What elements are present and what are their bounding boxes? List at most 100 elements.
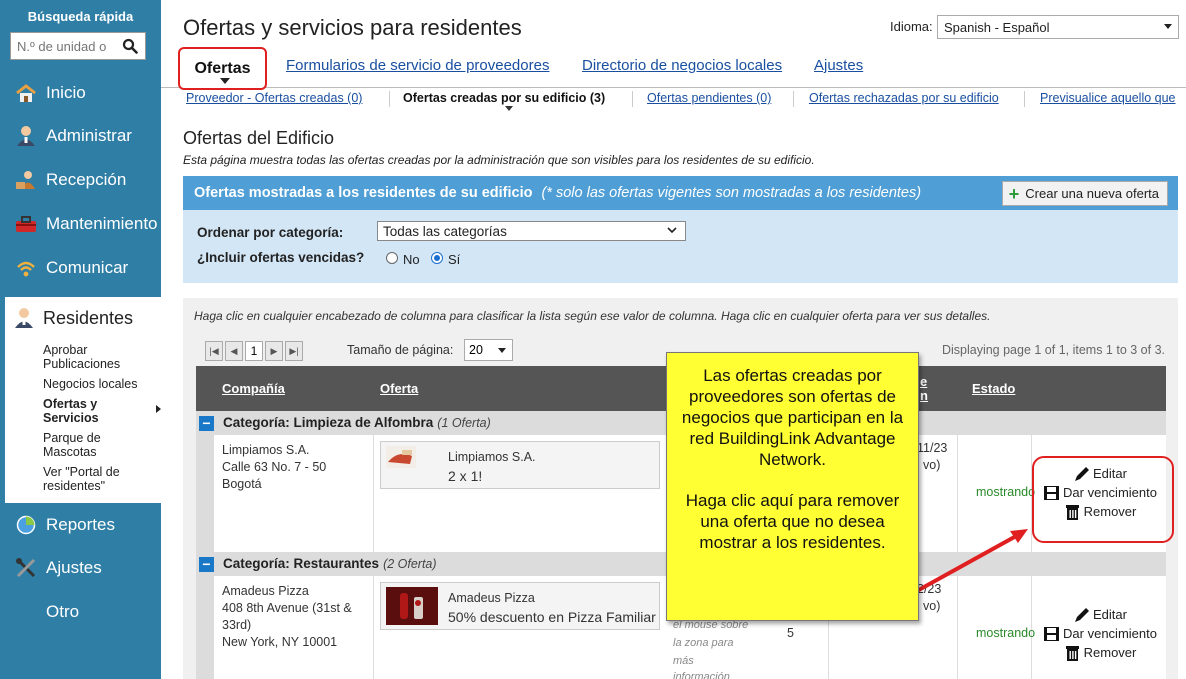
nav-label: Residentes xyxy=(43,307,134,328)
radio-yes[interactable] xyxy=(431,252,443,264)
pager: |◀ ◀ 1 ▶ ▶| xyxy=(205,340,305,362)
company-address: Calle 63 No. 7 - 50 xyxy=(222,460,327,474)
language-select[interactable]: Spanish - Español xyxy=(937,15,1179,39)
column-partial-n[interactable]: n xyxy=(920,388,928,403)
tab-ajustes[interactable]: Ajustes xyxy=(814,57,863,74)
company-cell: Amadeus Pizza 408 8th Avenue (31st & 33r… xyxy=(222,583,372,651)
edit-label: Editar xyxy=(1093,607,1127,622)
main-tabs: Ofertas Formularios de servicio de prove… xyxy=(161,45,1186,90)
nav-mantenimiento[interactable]: Mantenimiento xyxy=(0,206,161,242)
page-number[interactable]: 1 xyxy=(245,341,263,361)
reception-icon xyxy=(14,168,38,192)
radio-no[interactable] xyxy=(386,252,398,264)
callout-text-2: Haga clic aquí para remover una oferta q… xyxy=(685,491,900,552)
column-offer[interactable]: Oferta xyxy=(380,381,418,396)
sub-item-ofertas-servicios[interactable]: Ofertas y Servicios xyxy=(43,397,155,425)
nav-comunicar[interactable]: Comunicar xyxy=(0,250,161,286)
page-size-value: 20 xyxy=(469,343,483,357)
home-icon xyxy=(14,81,38,105)
hover-hint: información xyxy=(673,671,730,679)
plus-icon: + xyxy=(1008,183,1020,204)
category-count: (2 Oferta) xyxy=(383,557,437,571)
toolbox-icon xyxy=(14,212,38,236)
nav-reportes[interactable]: Reportes xyxy=(0,507,161,543)
offers-bar-note: (* solo las ofertas vigentes son mostrad… xyxy=(541,185,922,201)
sub-item-parque-mascotas[interactable]: Parque de Mascotas xyxy=(43,431,155,459)
annotation-callout: Las ofertas creadas por proveedores son … xyxy=(666,352,919,621)
section-title: Ofertas del Edificio xyxy=(183,128,335,148)
company-address: 408 8th Avenue (31st & xyxy=(222,601,352,615)
hover-hint: la zona para xyxy=(673,637,734,649)
save-icon xyxy=(1044,626,1060,641)
offer-name: Amadeus Pizza xyxy=(448,591,535,605)
nav-inicio[interactable]: Inicio xyxy=(0,75,161,111)
tab-ofertas[interactable]: Ofertas xyxy=(178,47,267,90)
caret-down-icon xyxy=(505,106,513,111)
caret-down-icon xyxy=(220,78,230,84)
offer-count: 5 xyxy=(787,626,794,640)
subtab-previsualice[interactable]: Previsualice aquello que xyxy=(1040,91,1176,105)
offer-card[interactable]: Amadeus Pizza 50% descuento en Pizza Fam… xyxy=(380,582,660,630)
category-name: Categoría: Limpieza de Alfombra (1 Oferta… xyxy=(223,415,491,430)
prev-page-icon[interactable]: ◀ xyxy=(225,341,243,361)
tab-label: Ofertas xyxy=(194,59,251,77)
nav-ajustes[interactable]: Ajustes xyxy=(0,550,161,586)
tab-formularios[interactable]: Formularios de servicio de proveedores xyxy=(286,57,549,74)
page-size-select[interactable]: 20 xyxy=(464,339,513,361)
radio-yes-label: Sí xyxy=(448,252,461,267)
quick-search-input[interactable] xyxy=(11,34,119,58)
expiry-note: vo) xyxy=(923,458,941,472)
first-page-icon[interactable]: |◀ xyxy=(205,341,223,361)
sub-item-portal-residentes[interactable]: Ver "Portal de residentes" xyxy=(43,465,155,493)
sub-item-negocios-locales[interactable]: Negocios locales xyxy=(43,377,155,391)
nav-administrar[interactable]: Administrar xyxy=(0,118,161,154)
expire-label: Dar vencimiento xyxy=(1063,626,1157,641)
expiry-date: 11/23 xyxy=(917,441,948,455)
create-offer-button[interactable]: + Crear una nueva oferta xyxy=(1001,181,1168,206)
remove-button[interactable]: Remover xyxy=(1034,643,1166,662)
caret-down-icon xyxy=(498,348,506,353)
include-expired-label: ¿Incluir ofertas vencidas? xyxy=(197,250,365,265)
column-status[interactable]: Estado xyxy=(972,381,1015,396)
offer-card[interactable]: Limpiamos S.A. 2 x 1! xyxy=(380,441,660,489)
column-partial-e[interactable]: e xyxy=(920,374,927,389)
collapse-icon[interactable]: − xyxy=(199,557,214,572)
subtab-proveedor-ofertas[interactable]: Proveedor - Ofertas creadas (0) xyxy=(186,91,362,105)
expire-button[interactable]: Dar vencimiento xyxy=(1034,624,1166,643)
nav-label: Otro xyxy=(46,602,80,621)
offer-thumbnail xyxy=(386,446,441,484)
edit-button[interactable]: Editar xyxy=(1034,605,1166,624)
last-page-icon[interactable]: ▶| xyxy=(285,341,303,361)
page-size-label: Tamaño de página: xyxy=(347,343,454,357)
column-company[interactable]: Compañía xyxy=(222,381,285,396)
nav-otro[interactable]: Otro xyxy=(0,594,161,630)
category-label: Ordenar por categoría: xyxy=(197,225,344,240)
nav-label: Inicio xyxy=(46,83,86,102)
collapse-icon[interactable]: − xyxy=(199,416,214,431)
company-city: Bogotá xyxy=(222,477,262,491)
nav-label: Ajustes xyxy=(46,558,102,577)
trash-icon xyxy=(1065,645,1079,661)
status-badge: mostrando xyxy=(976,626,1036,640)
row-gutter xyxy=(196,576,214,679)
category-name: Categoría: Restaurantes (2 Oferta) xyxy=(223,556,437,571)
category-select[interactable]: Todas las categorías xyxy=(377,221,686,241)
search-icon[interactable] xyxy=(119,35,141,57)
nav-recepcion[interactable]: Recepción xyxy=(0,162,161,198)
nav-residentes[interactable]: Residentes xyxy=(14,307,133,329)
company-cell: Limpiamos S.A. Calle 63 No. 7 - 50 Bogot… xyxy=(222,442,372,493)
chevron-right-icon xyxy=(156,405,161,413)
tab-directorio[interactable]: Directorio de negocios locales xyxy=(582,57,782,74)
pie-chart-icon xyxy=(14,513,38,537)
page-title: Ofertas y servicios para residentes xyxy=(183,15,522,40)
next-page-icon[interactable]: ▶ xyxy=(265,341,283,361)
divider xyxy=(1024,91,1025,107)
tools-icon xyxy=(14,556,38,580)
category-value: Todas las categorías xyxy=(383,223,507,239)
filter-panel: Ordenar por categoría: Todas las categor… xyxy=(183,210,1178,283)
subtab-ofertas-edificio[interactable]: Ofertas creadas por su edificio (3) xyxy=(403,91,605,105)
subtab-ofertas-rechazadas[interactable]: Ofertas rechazadas por su edificio xyxy=(809,91,999,105)
sub-item-aprobar-publicaciones[interactable]: Aprobar Publicaciones xyxy=(43,343,155,371)
company-city: New York, NY 10001 xyxy=(222,635,338,649)
subtab-ofertas-pendientes[interactable]: Ofertas pendientes (0) xyxy=(647,91,771,105)
